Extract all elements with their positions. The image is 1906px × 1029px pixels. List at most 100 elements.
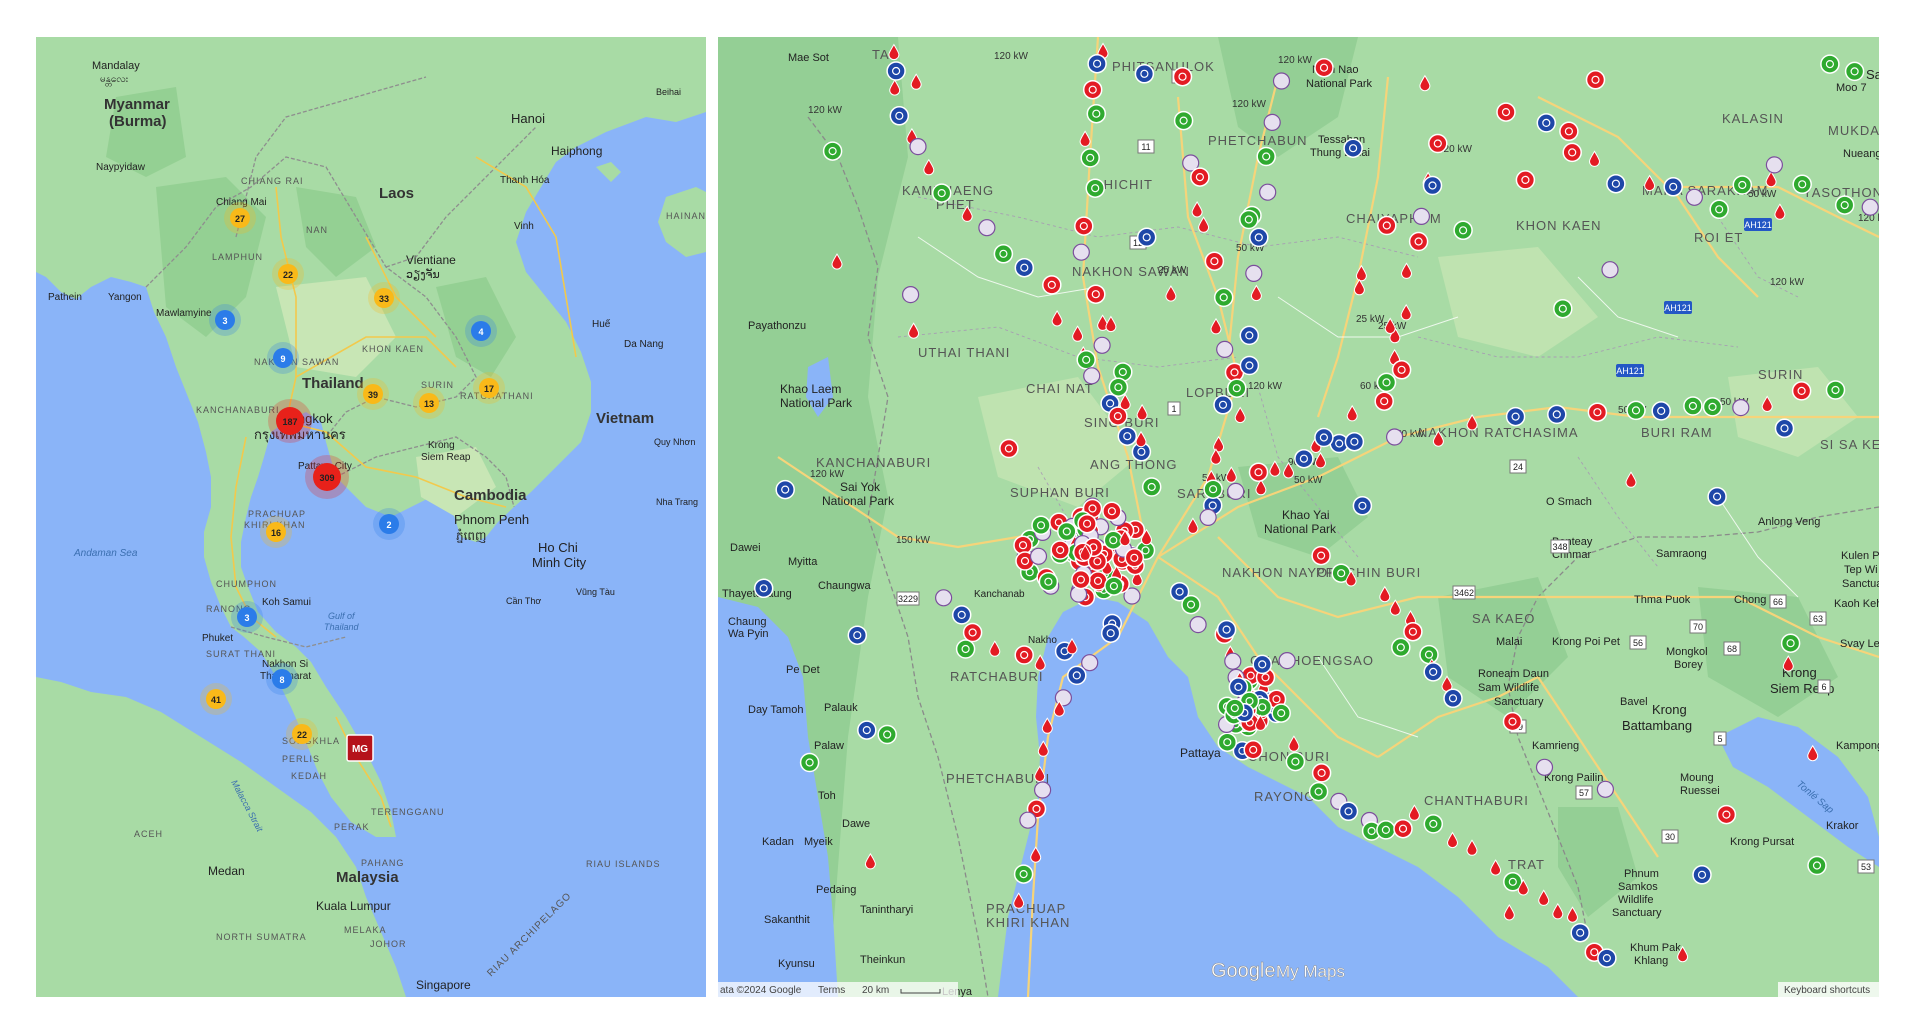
- green-charger-icon[interactable]: [1141, 477, 1162, 497]
- blue-charger-icon[interactable]: [1249, 227, 1269, 248]
- blue-charger-icon[interactable]: [1117, 426, 1138, 446]
- green-charger-icon[interactable]: [1203, 479, 1223, 499]
- marker-cluster[interactable]: 17: [473, 372, 505, 404]
- green-charger-icon[interactable]: [822, 141, 843, 161]
- blue-charger-icon[interactable]: [1707, 486, 1727, 507]
- green-charger-icon[interactable]: [1173, 110, 1194, 131]
- blue-charger-icon[interactable]: [1213, 395, 1233, 415]
- green-charger-icon[interactable]: [1239, 209, 1259, 230]
- green-charger-icon[interactable]: [1104, 576, 1124, 596]
- red-charger-icon[interactable]: [1190, 167, 1210, 187]
- pea-station-icon[interactable]: [1861, 198, 1879, 216]
- blue-charger-icon[interactable]: [1014, 257, 1035, 278]
- blue-charger-icon[interactable]: [1344, 431, 1365, 452]
- blue-charger-icon[interactable]: [1692, 865, 1712, 885]
- red-charger-icon[interactable]: [1172, 66, 1193, 87]
- marker-cluster[interactable]: 41: [200, 683, 232, 715]
- red-charger-icon[interactable]: [1071, 569, 1091, 590]
- blue-charger-icon[interactable]: [1343, 138, 1363, 158]
- red-charger-icon[interactable]: [1716, 804, 1737, 825]
- green-charger-icon[interactable]: [1626, 400, 1646, 421]
- pea-station-icon[interactable]: [909, 137, 927, 156]
- green-charger-icon[interactable]: [1834, 195, 1855, 215]
- blue-charger-icon[interactable]: [857, 720, 877, 740]
- marker-cluster[interactable]: 22: [286, 718, 318, 750]
- green-charger-icon[interactable]: [1227, 378, 1247, 398]
- green-charger-icon[interactable]: [1271, 703, 1291, 723]
- green-charger-icon[interactable]: [877, 724, 897, 745]
- blue-charger-icon[interactable]: [1606, 173, 1626, 194]
- blue-charger-icon[interactable]: [1100, 623, 1121, 643]
- red-charger-icon[interactable]: [1050, 540, 1070, 560]
- pea-station-icon[interactable]: [1535, 758, 1554, 776]
- blue-charger-icon[interactable]: [753, 578, 774, 599]
- green-charger-icon[interactable]: [1419, 644, 1439, 665]
- marker-cluster[interactable]: 16: [260, 516, 292, 548]
- green-charger-icon[interactable]: [1031, 515, 1051, 536]
- red-charger-icon[interactable]: [1314, 57, 1334, 78]
- green-charger-icon[interactable]: [1217, 732, 1238, 752]
- red-charger-icon[interactable]: [1391, 360, 1412, 380]
- pea-station-icon[interactable]: [1072, 243, 1090, 261]
- green-charger-icon[interactable]: [1376, 372, 1397, 393]
- red-charger-icon[interactable]: [1374, 391, 1394, 411]
- red-charger-icon[interactable]: [1502, 711, 1523, 732]
- pea-station-icon[interactable]: [1034, 781, 1052, 799]
- pea-station-icon[interactable]: [1019, 811, 1037, 829]
- red-charger-icon[interactable]: [1515, 170, 1536, 190]
- overview-map[interactable]: Myanmar (Burma) Thailand Laos Cambodia V…: [36, 37, 706, 997]
- blue-charger-icon[interactable]: [1536, 113, 1557, 133]
- pea-station-icon[interactable]: [1385, 428, 1404, 446]
- red-charger-icon[interactable]: [1077, 513, 1097, 534]
- blue-charger-icon[interactable]: [1443, 688, 1463, 709]
- pea-station-icon[interactable]: [1765, 156, 1784, 174]
- green-charger-icon[interactable]: [993, 244, 1014, 264]
- blue-charger-icon[interactable]: [1252, 654, 1272, 675]
- green-charger-icon[interactable]: [1285, 751, 1306, 772]
- red-charger-icon[interactable]: [1074, 216, 1094, 236]
- green-charger-icon[interactable]: [1086, 103, 1107, 124]
- blue-charger-icon[interactable]: [1663, 177, 1683, 197]
- green-charger-icon[interactable]: [1256, 146, 1276, 167]
- red-charger-icon[interactable]: [962, 622, 983, 643]
- pea-station-icon[interactable]: [1216, 340, 1234, 358]
- green-charger-icon[interactable]: [1709, 199, 1729, 220]
- pea-station-icon[interactable]: [1263, 113, 1281, 132]
- red-charger-icon[interactable]: [1204, 251, 1225, 271]
- red-charger-icon[interactable]: [1082, 79, 1103, 100]
- green-charger-icon[interactable]: [1423, 814, 1444, 834]
- blue-charger-icon[interactable]: [1338, 801, 1359, 822]
- marker-cluster[interactable]: 13: [413, 387, 445, 419]
- green-charger-icon[interactable]: [1553, 298, 1573, 319]
- detail-map-canvas[interactable]: TAK PHITSANULOK PHETCHABUN KAMPHAENG PHE…: [718, 37, 1879, 997]
- pea-station-icon[interactable]: [978, 219, 996, 237]
- red-charger-icon[interactable]: [1403, 621, 1423, 642]
- blue-charger-icon[interactable]: [1239, 325, 1260, 346]
- red-charger-icon[interactable]: [1408, 231, 1429, 252]
- red-charger-icon[interactable]: [1311, 763, 1332, 783]
- green-charger-icon[interactable]: [1085, 178, 1105, 198]
- green-charger-icon[interactable]: [1844, 61, 1865, 82]
- green-charger-icon[interactable]: [1038, 571, 1059, 592]
- pea-station-icon[interactable]: [1224, 652, 1242, 670]
- blue-charger-icon[interactable]: [775, 479, 795, 500]
- blue-charger-icon[interactable]: [886, 61, 906, 81]
- green-charger-icon[interactable]: [1225, 698, 1245, 718]
- red-charger-icon[interactable]: [1086, 284, 1106, 304]
- green-charger-icon[interactable]: [1013, 864, 1034, 884]
- marker-cluster[interactable]: 27: [224, 202, 256, 234]
- blue-charger-icon[interactable]: [1136, 227, 1157, 248]
- pea-station-icon[interactable]: [1189, 615, 1207, 634]
- marker-cluster[interactable]: 22: [272, 258, 304, 290]
- green-charger-icon[interactable]: [1702, 397, 1723, 417]
- red-charger-icon[interactable]: [1311, 545, 1331, 566]
- pea-station-icon[interactable]: [1093, 336, 1111, 354]
- marker-cluster[interactable]: 309: [305, 455, 349, 499]
- pea-station-icon[interactable]: [1685, 188, 1704, 206]
- green-charger-icon[interactable]: [1683, 396, 1703, 416]
- keyboard-shortcuts-link[interactable]: Keyboard shortcuts: [1784, 985, 1870, 996]
- terms-link[interactable]: Terms: [818, 985, 845, 996]
- red-charger-icon[interactable]: [1585, 70, 1606, 90]
- marker-cluster[interactable]: 3: [209, 304, 241, 336]
- blue-charger-icon[interactable]: [1547, 404, 1567, 425]
